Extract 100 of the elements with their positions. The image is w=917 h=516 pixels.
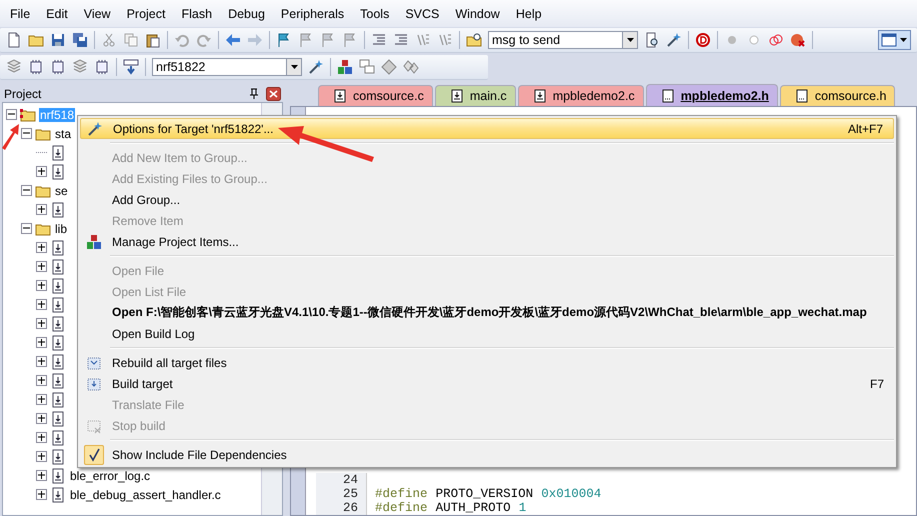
- file-icon[interactable]: [50, 202, 66, 218]
- file-icon[interactable]: [50, 258, 66, 274]
- file-icon[interactable]: [50, 448, 66, 464]
- file-icon[interactable]: [50, 430, 66, 446]
- file-icon[interactable]: [50, 392, 66, 408]
- expander-box[interactable]: [36, 375, 47, 386]
- menu-item[interactable]: Tools: [352, 2, 398, 24]
- flag-icon[interactable]: [320, 32, 336, 48]
- menu-item[interactable]: Project: [118, 2, 174, 24]
- close-icon[interactable]: [266, 86, 281, 100]
- expander-box[interactable]: [36, 432, 47, 443]
- diamond-icon[interactable]: [381, 59, 397, 75]
- menu-item[interactable]: Options for Target 'nrf51822'... Alt+F7: [80, 118, 894, 139]
- windows-icon[interactable]: [359, 59, 375, 75]
- plus-icon: [37, 471, 46, 480]
- menu-item[interactable]: Build target F7: [80, 373, 894, 394]
- menu-item[interactable]: Add Group...: [80, 189, 894, 210]
- file-tab[interactable]: mpbledemo2.h: [646, 84, 778, 106]
- menu-item[interactable]: Help: [508, 2, 550, 24]
- file-tab[interactable]: main.c: [434, 85, 516, 106]
- tree-item[interactable]: ble_error_log.c: [69, 468, 152, 482]
- expander-box[interactable]: [36, 413, 47, 424]
- expander-box[interactable]: [36, 280, 47, 291]
- expander-box[interactable]: [36, 242, 47, 253]
- code-line: #define AUTH_PROTO 1: [374, 501, 526, 515]
- file-tab[interactable]: comsource.c: [318, 85, 433, 106]
- indent-icon[interactable]: [371, 32, 387, 48]
- file-icon[interactable]: [50, 164, 66, 180]
- download-icon[interactable]: [123, 59, 139, 75]
- unindent-icon[interactable]: [393, 32, 409, 48]
- file-icon[interactable]: [50, 354, 66, 370]
- menu-item[interactable]: Flash: [173, 2, 220, 24]
- plus-icon: [37, 433, 46, 442]
- expander-box[interactable]: [21, 185, 32, 196]
- file-icon[interactable]: [50, 240, 66, 256]
- file-icon[interactable]: [50, 144, 66, 160]
- flag-icon[interactable]: [298, 32, 314, 48]
- pin-icon[interactable]: [248, 88, 260, 100]
- new-file-icon[interactable]: [6, 32, 22, 48]
- menu-item[interactable]: Open F:\智能创客\青云蓝牙光盘V4.1\10.专题1--微信硬件开发\蓝牙demo开发板\蓝牙demo源代码V2\WhChat_ble\arm\ble_app_wechat.map: [80, 302, 894, 323]
- tree-item[interactable]: ble_debug_assert_handler.c: [69, 488, 222, 502]
- rings-icon[interactable]: [768, 32, 784, 48]
- expander-box[interactable]: [36, 394, 47, 405]
- expander-box[interactable]: [21, 128, 32, 139]
- save-all-icon[interactable]: [72, 32, 88, 48]
- menu-item[interactable]: Peripherals: [272, 2, 352, 24]
- window-config-button[interactable]: [878, 30, 911, 50]
- paste-icon[interactable]: [145, 32, 161, 48]
- shortcut-text: Alt+F7: [848, 122, 884, 136]
- plus-icon: [37, 376, 46, 385]
- expander-box[interactable]: [36, 337, 47, 348]
- expander-box[interactable]: [36, 166, 47, 177]
- menu-item[interactable]: View: [76, 2, 119, 24]
- target-folder-icon[interactable]: [20, 106, 36, 122]
- expander-box[interactable]: [36, 261, 47, 272]
- bookmark-flag-icon[interactable]: [276, 32, 292, 48]
- expander-box[interactable]: [36, 470, 47, 481]
- expander-box[interactable]: [36, 318, 47, 329]
- file-icon[interactable]: [50, 468, 66, 484]
- save-icon[interactable]: [50, 32, 66, 48]
- plus-icon: [37, 300, 46, 309]
- expander-box[interactable]: [36, 489, 47, 500]
- menu-item[interactable]: Show Include File Dependencies: [80, 444, 894, 465]
- file-icon[interactable]: [50, 486, 66, 502]
- tree-item[interactable]: se: [54, 184, 69, 198]
- find-combo[interactable]: msg to send: [488, 31, 638, 49]
- file-icon[interactable]: [50, 296, 66, 312]
- menu-item[interactable]: SVCS: [397, 2, 448, 24]
- tree-item[interactable]: lib: [54, 222, 68, 236]
- file-icon[interactable]: [50, 334, 66, 350]
- file-icon[interactable]: [50, 372, 66, 388]
- expander-box[interactable]: [21, 223, 32, 234]
- line-number: 26: [316, 501, 367, 515]
- wand-icon[interactable]: [666, 32, 682, 48]
- menu-item[interactable]: Window: [447, 2, 508, 24]
- file-tab[interactable]: comsource.h: [780, 85, 896, 106]
- expander-box[interactable]: [36, 299, 47, 310]
- expander-box[interactable]: [36, 204, 47, 215]
- tree-item[interactable]: sta: [54, 126, 72, 140]
- menu-item[interactable]: Open Build Log: [80, 323, 894, 344]
- menu-item[interactable]: Manage Project Items...: [80, 231, 894, 252]
- menu-item[interactable]: Edit: [38, 2, 76, 24]
- menu-item[interactable]: Rebuild all target files: [80, 352, 894, 373]
- menu-item[interactable]: File: [2, 2, 38, 24]
- cut-icon[interactable]: [101, 32, 117, 48]
- wand-icon[interactable]: [308, 59, 324, 75]
- back-arrow-icon[interactable]: [225, 32, 241, 48]
- flag-icon[interactable]: [342, 32, 358, 48]
- plus-icon: [37, 395, 46, 404]
- file-icon[interactable]: [50, 278, 66, 294]
- diamonds-icon[interactable]: [403, 59, 419, 75]
- expander-box[interactable]: [6, 109, 17, 120]
- target-combo[interactable]: nrf51822: [152, 58, 302, 76]
- menu-item[interactable]: Debug: [220, 2, 273, 24]
- blocks-icon[interactable]: [337, 59, 353, 75]
- file-icon[interactable]: [50, 316, 66, 332]
- file-tab[interactable]: mpbledemo2.c: [518, 85, 644, 106]
- expander-box[interactable]: [36, 451, 47, 462]
- expander-box[interactable]: [36, 356, 47, 367]
- file-icon[interactable]: [50, 410, 66, 426]
